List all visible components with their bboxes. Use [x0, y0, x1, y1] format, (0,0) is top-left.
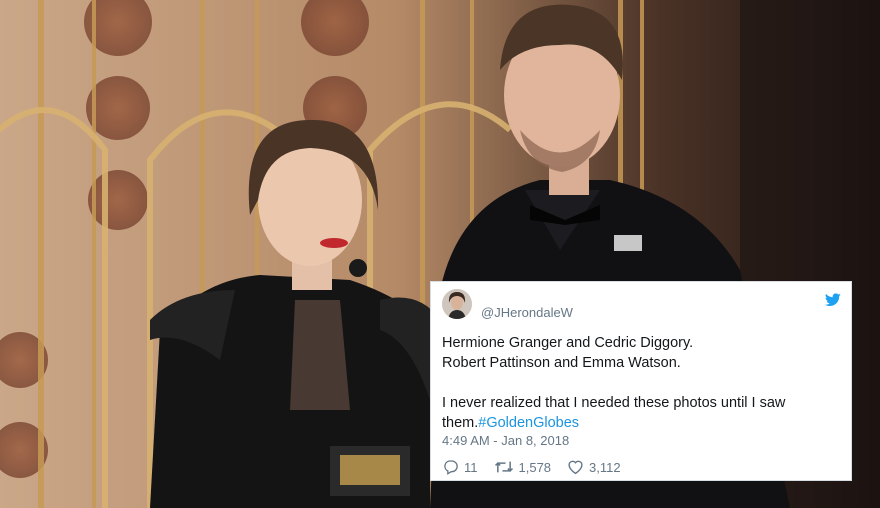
reply-button[interactable]: 11: [442, 459, 478, 475]
tweet-line-2: Robert Pattinson and Emma Watson.: [442, 355, 681, 371]
retweet-icon: [494, 461, 513, 473]
twitter-bird-icon[interactable]: [825, 293, 841, 307]
tweet-handle[interactable]: @JHerondaleW: [481, 305, 573, 320]
tweet-timestamp[interactable]: 4:49 AM - Jan 8, 2018: [442, 433, 569, 448]
reply-count: 11: [464, 459, 478, 475]
reply-icon: [444, 460, 458, 475]
tweet-actions: 11 1,578 3,112: [442, 458, 637, 476]
hashtag-link[interactable]: #GoldenGlobes: [478, 415, 579, 431]
tweet-text: Hermione Granger and Cedric Diggory. Rob…: [442, 333, 837, 433]
tweet-line-4: them.#GoldenGlobes: [442, 413, 837, 433]
tweet-card: @JHerondaleW Hermione Granger and Cedric…: [430, 281, 852, 481]
tweet-line-1: Hermione Granger and Cedric Diggory.: [442, 335, 694, 351]
tweet-line-3: I never realized that I needed these pho…: [442, 395, 786, 411]
avatar[interactable]: [442, 289, 472, 319]
like-count: 3,112: [589, 459, 621, 475]
like-icon: [568, 460, 583, 475]
tweet-line-4-text: them.: [442, 415, 479, 431]
retweet-count: 1,578: [518, 459, 552, 475]
like-button[interactable]: 3,112: [567, 459, 621, 475]
retweet-button[interactable]: 1,578: [494, 459, 552, 475]
